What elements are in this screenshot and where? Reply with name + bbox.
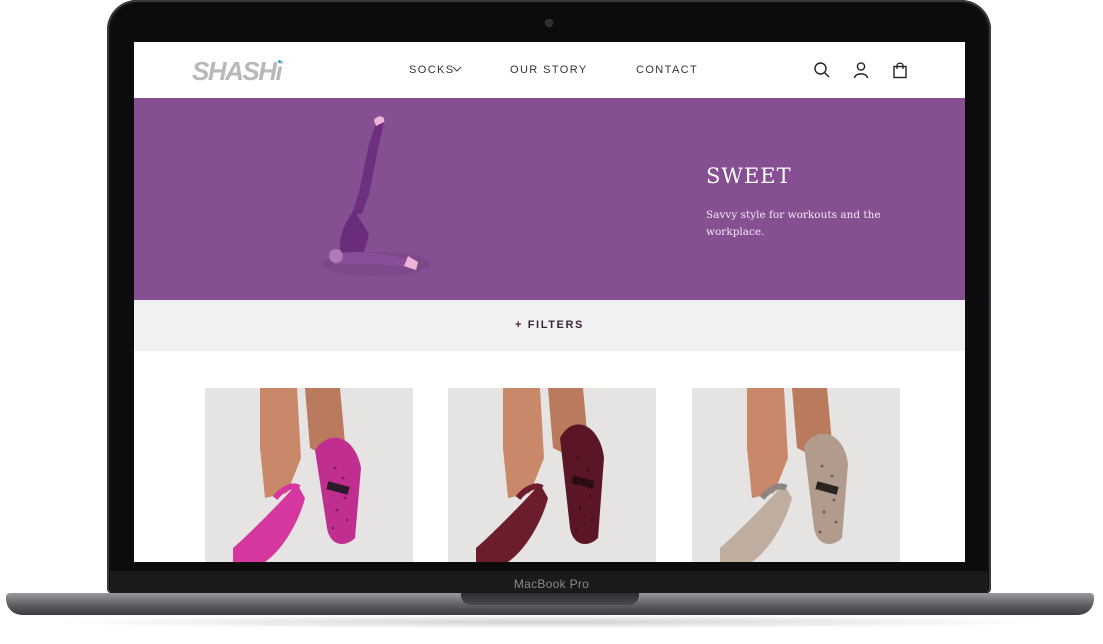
filters-bar: + FILTERS	[134, 300, 965, 351]
product-image	[692, 388, 900, 562]
hero-subtitle: Savvy style for workouts and the workpla…	[706, 209, 881, 238]
product-image	[448, 388, 656, 562]
product-card[interactable]	[692, 388, 900, 562]
product-image	[205, 388, 413, 562]
site-logo[interactable]: SHASHi	[192, 56, 283, 87]
laptop-mockup: SHASHi SOCKS OUR STORY CONTACT SWEET Sav…	[0, 0, 1103, 644]
product-card[interactable]	[205, 388, 413, 562]
nav-contact[interactable]: CONTACT	[636, 64, 698, 76]
nav-our-story[interactable]: OUR STORY	[510, 64, 588, 76]
logo-accent	[278, 60, 281, 63]
site-header: SHASHi SOCKS OUR STORY CONTACT	[134, 42, 965, 98]
search-icon[interactable]	[813, 61, 831, 79]
chevron-down-icon[interactable]	[452, 64, 462, 77]
laptop-notch	[461, 593, 639, 605]
browser-screen: SHASHi SOCKS OUR STORY CONTACT SWEET Sav…	[134, 42, 965, 562]
product-grid	[134, 351, 965, 562]
hero-yoga-figure	[321, 116, 431, 276]
camera-icon	[545, 19, 553, 27]
cart-icon[interactable]	[891, 61, 909, 79]
hero-title: SWEET	[706, 164, 792, 188]
laptop-shadow	[40, 615, 1060, 629]
product-card[interactable]	[448, 388, 656, 562]
filters-button[interactable]: + FILTERS	[134, 319, 965, 331]
nav-socks[interactable]: SOCKS	[409, 64, 455, 76]
account-icon[interactable]	[852, 61, 870, 79]
hero-banner: SWEET Savvy style for workouts and the w…	[134, 98, 965, 300]
device-brand-label: MacBook Pro	[513, 577, 590, 591]
